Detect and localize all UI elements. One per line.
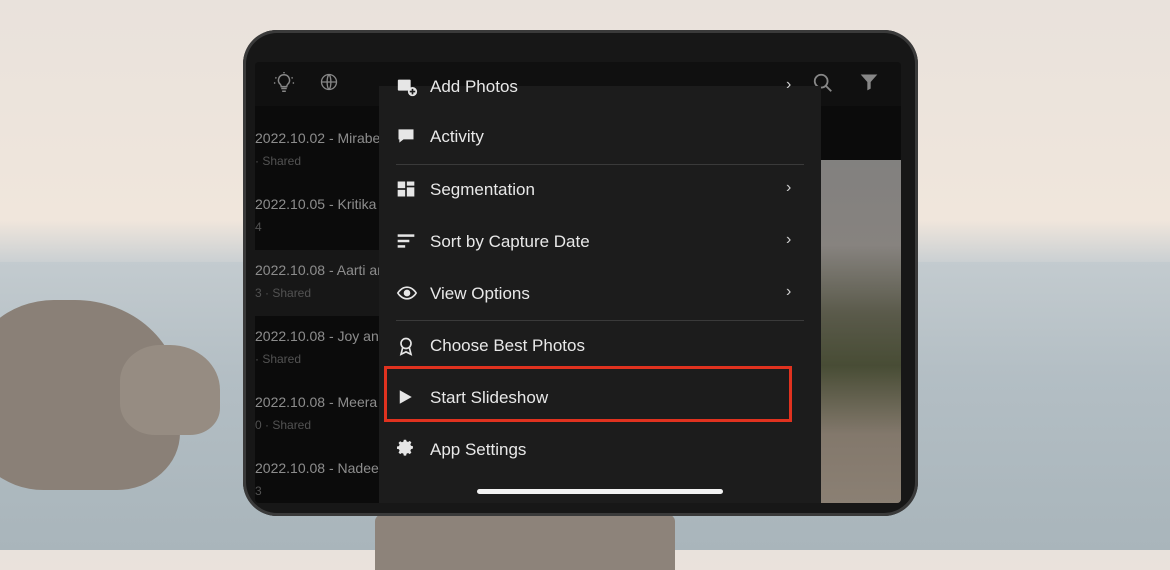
rock [120, 345, 220, 435]
album-list: 2022.10.02 - Mirabel · Shared 2022.10.05… [255, 118, 389, 503]
view-options-icon [396, 283, 418, 305]
chevron-right-icon: › [786, 76, 792, 93]
lightbulb-icon[interactable] [272, 72, 296, 96]
segmentation-icon [396, 179, 418, 201]
album-meta: · Shared [255, 154, 302, 168]
menu-item-app-settings[interactable]: App Settings [379, 425, 821, 477]
chevron-right-icon: › [786, 283, 792, 300]
album-name: 2022.10.08 - Aarti an [255, 262, 385, 278]
menu-item-activity[interactable]: Activity [379, 112, 821, 164]
album-name: 2022.10.08 - Meera a [255, 394, 389, 410]
filter-icon[interactable] [857, 72, 881, 96]
album-name: 2022.10.05 - Kritika a [255, 196, 389, 212]
photo-preview[interactable] [821, 160, 901, 503]
list-item[interactable]: 2022.10.08 - Aarti an 3 · Shared [255, 250, 385, 316]
list-item[interactable]: 2022.10.08 - Meera a 0 · Shared [255, 382, 389, 448]
album-meta: 4 [255, 220, 262, 234]
album-name: 2022.10.08 - Nadeea [255, 460, 387, 476]
album-meta: 3 [255, 484, 262, 498]
list-item[interactable]: 2022.10.08 - Nadeea 3 [255, 448, 387, 503]
menu-item-segmentation[interactable]: Segmentation › [379, 165, 821, 217]
list-item[interactable]: 2022.10.02 - Mirabel · Shared [255, 118, 384, 184]
chevron-right-icon: › [786, 231, 792, 248]
menu-item-label: Activity [430, 127, 484, 146]
menu-item-sort-by-capture-date[interactable]: Sort by Capture Date › [379, 217, 821, 269]
award-icon [396, 335, 418, 357]
menu-item-label: Segmentation [430, 180, 535, 199]
sort-icon [396, 231, 418, 253]
tablet-screen: 2022.10.02 - Mirabel · Shared 2022.10.05… [255, 62, 901, 503]
menu-item-label: App Settings [430, 440, 527, 459]
album-meta: 3 · Shared [255, 286, 312, 300]
menu-item-label: Sort by Capture Date [430, 232, 590, 251]
menu-item-view-options[interactable]: View Options › [379, 269, 821, 321]
menu-item-label: Choose Best Photos [430, 336, 585, 355]
album-meta: · Shared [255, 352, 302, 366]
list-item[interactable]: 2022.10.05 - Kritika a 4 [255, 184, 388, 250]
menu-item-label: View Options [430, 284, 530, 303]
list-item[interactable]: 2022.10.08 - Joy and · Shared [255, 316, 387, 382]
context-menu: Add Photos › Activity Segmentation › Sor… [379, 76, 821, 503]
comment-icon [396, 126, 418, 148]
gear-icon [396, 439, 418, 461]
album-name: 2022.10.02 - Mirabel [255, 130, 384, 146]
add-photos-icon [396, 76, 418, 98]
chevron-right-icon: › [786, 179, 792, 196]
home-indicator[interactable] [477, 489, 723, 494]
highlight-box [384, 366, 792, 422]
menu-item-label: Add Photos [430, 77, 518, 96]
menu-item-add-photos[interactable]: Add Photos › [379, 62, 821, 114]
globe-icon[interactable] [317, 72, 341, 96]
album-name: 2022.10.08 - Joy and [255, 328, 387, 344]
album-meta: 0 · Shared [255, 418, 312, 432]
